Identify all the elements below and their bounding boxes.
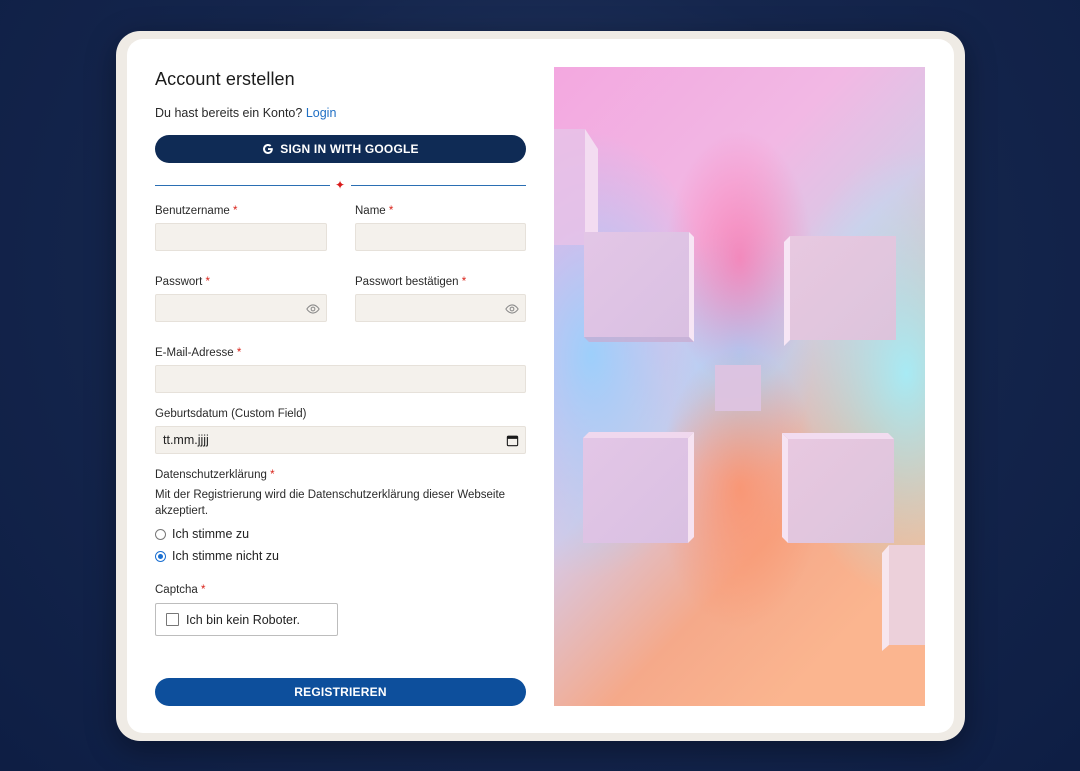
email-label: E-Mail-Adresse * xyxy=(155,347,241,359)
username-input[interactable] xyxy=(155,223,327,251)
password-input[interactable] xyxy=(155,294,327,322)
page-title: Account erstellen xyxy=(155,69,295,89)
divider-right xyxy=(351,185,526,186)
privacy-label-text: Datenschutzerklärung xyxy=(155,469,267,481)
captcha-checkbox-label: Ich bin kein Roboter. xyxy=(186,612,300,627)
birthdate-label: Geburtsdatum (Custom Field) xyxy=(155,408,307,420)
birthdate-placeholder: tt.mm.jjjj xyxy=(163,433,209,447)
radio-button[interactable] xyxy=(155,528,166,540)
name-label-text: Name xyxy=(355,205,386,217)
captcha-label-text: Captcha xyxy=(155,584,198,596)
login-prompt-text: Du hast bereits ein Konto? xyxy=(155,106,303,120)
password-label: Passwort * xyxy=(155,276,210,288)
required-marker: * xyxy=(201,584,206,596)
login-link[interactable]: Login xyxy=(306,106,337,120)
privacy-text: Mit der Registrierung wird die Datenschu… xyxy=(155,489,506,517)
captcha-widget[interactable]: Ich bin kein Roboter. xyxy=(155,603,338,636)
login-prompt: Du hast bereits ein Konto? Login xyxy=(155,106,336,120)
divider-star-icon: ✦ xyxy=(335,178,346,192)
hero-image xyxy=(554,67,925,706)
radio-button-selected[interactable] xyxy=(155,550,166,562)
privacy-label: Datenschutzerklärung * xyxy=(155,469,275,481)
required-marker: * xyxy=(270,469,275,481)
username-label: Benutzername * xyxy=(155,205,237,217)
password-label-text: Passwort xyxy=(155,276,203,288)
email-input[interactable] xyxy=(155,365,526,393)
google-signin-button[interactable]: SIGN IN WITH GOOGLE xyxy=(155,135,526,163)
name-label: Name * xyxy=(355,205,393,217)
google-button-label: SIGN IN WITH GOOGLE xyxy=(280,142,419,156)
required-marker: * xyxy=(388,205,394,217)
email-label-text: E-Mail-Adresse xyxy=(155,347,234,359)
birthdate-input[interactable] xyxy=(155,426,526,454)
username-label-text: Benutzername xyxy=(155,205,230,217)
required-marker: * xyxy=(205,276,210,288)
divider-left xyxy=(155,185,330,186)
captcha-checkbox[interactable] xyxy=(166,613,179,626)
radio-label: Ich stimme zu xyxy=(172,527,250,541)
required-marker: * xyxy=(461,276,467,288)
name-input[interactable] xyxy=(355,223,526,251)
privacy-option-agree[interactable]: Ich stimme zu xyxy=(155,527,249,541)
register-button[interactable]: REGISTRIEREN xyxy=(155,678,526,706)
privacy-option-disagree[interactable]: Ich stimme nicht zu xyxy=(155,549,279,563)
required-marker: * xyxy=(233,205,238,217)
required-marker: * xyxy=(236,347,242,359)
password-confirm-label-text: Passwort bestätigen xyxy=(355,276,459,288)
eye-icon[interactable] xyxy=(306,302,320,316)
eye-icon[interactable] xyxy=(505,302,519,316)
password-confirm-label: Passwort bestätigen * xyxy=(355,276,466,288)
captcha-label: Captcha * xyxy=(155,584,206,596)
password-confirm-input[interactable] xyxy=(355,294,526,322)
google-g-icon xyxy=(263,144,274,154)
radio-label: Ich stimme nicht zu xyxy=(172,549,279,563)
calendar-icon[interactable] xyxy=(506,434,519,447)
